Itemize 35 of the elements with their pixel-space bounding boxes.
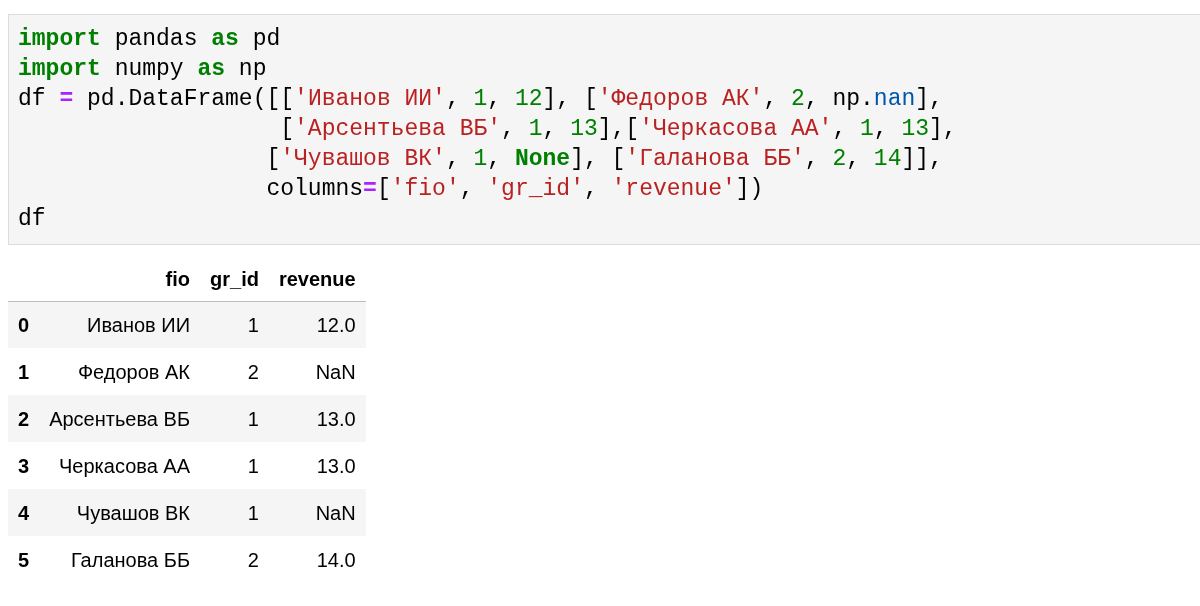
table-cell: 1 [200,442,269,489]
row-index: 2 [8,395,40,442]
code-line: columns=['fio', 'gr_id', 'revenue']) [265,175,765,204]
row-index: 0 [8,301,40,348]
table-cell: Чувашов ВК [39,489,200,536]
table-cell: 12.0 [268,301,366,348]
table-cell: 13.0 [268,442,366,489]
code-line: import numpy as np [18,55,268,84]
column-header: revenue [268,257,366,301]
column-header: gr_id [200,257,269,301]
code-line: df = pd.DataFrame([['Иванов ИИ', 1, 12], ['Федоров АК', 2, np.nan], [18,85,944,114]
table-cell: 2 [200,536,269,583]
table-cell: Федоров АК [39,348,200,395]
row-index: 4 [8,489,40,536]
table-cell: 1 [200,489,269,536]
table-cell: Черкасова АА [39,442,200,489]
table-cell: 2 [200,348,269,395]
table-cell: NaN [268,489,366,536]
table-cell: 1 [200,301,269,348]
code-cell[interactable] [8,14,1200,245]
table-cell: Галанова ББ [39,536,200,583]
table-cell: Иванов ИИ [39,301,200,348]
table-cell: Арсентьева ВБ [39,395,200,442]
code-line: import pandas as pd [18,25,282,54]
code-line: ['Чувашов ВК', 1, None], ['Галанова ББ', 2, 14]], [265,145,944,174]
code-line: ['Арсентьева ВБ', 1, 13],['Черкасова АА', 1, 13], [279,115,958,144]
table-cell: NaN [268,348,366,395]
table-cell: 1 [200,395,269,442]
row-index: 5 [8,536,40,583]
row-index: 3 [8,442,40,489]
column-header: fio [39,257,200,301]
table-cell: 14.0 [268,536,366,583]
row-index: 1 [8,348,40,395]
code-line: df [18,205,47,234]
table-cell: 13.0 [268,395,366,442]
